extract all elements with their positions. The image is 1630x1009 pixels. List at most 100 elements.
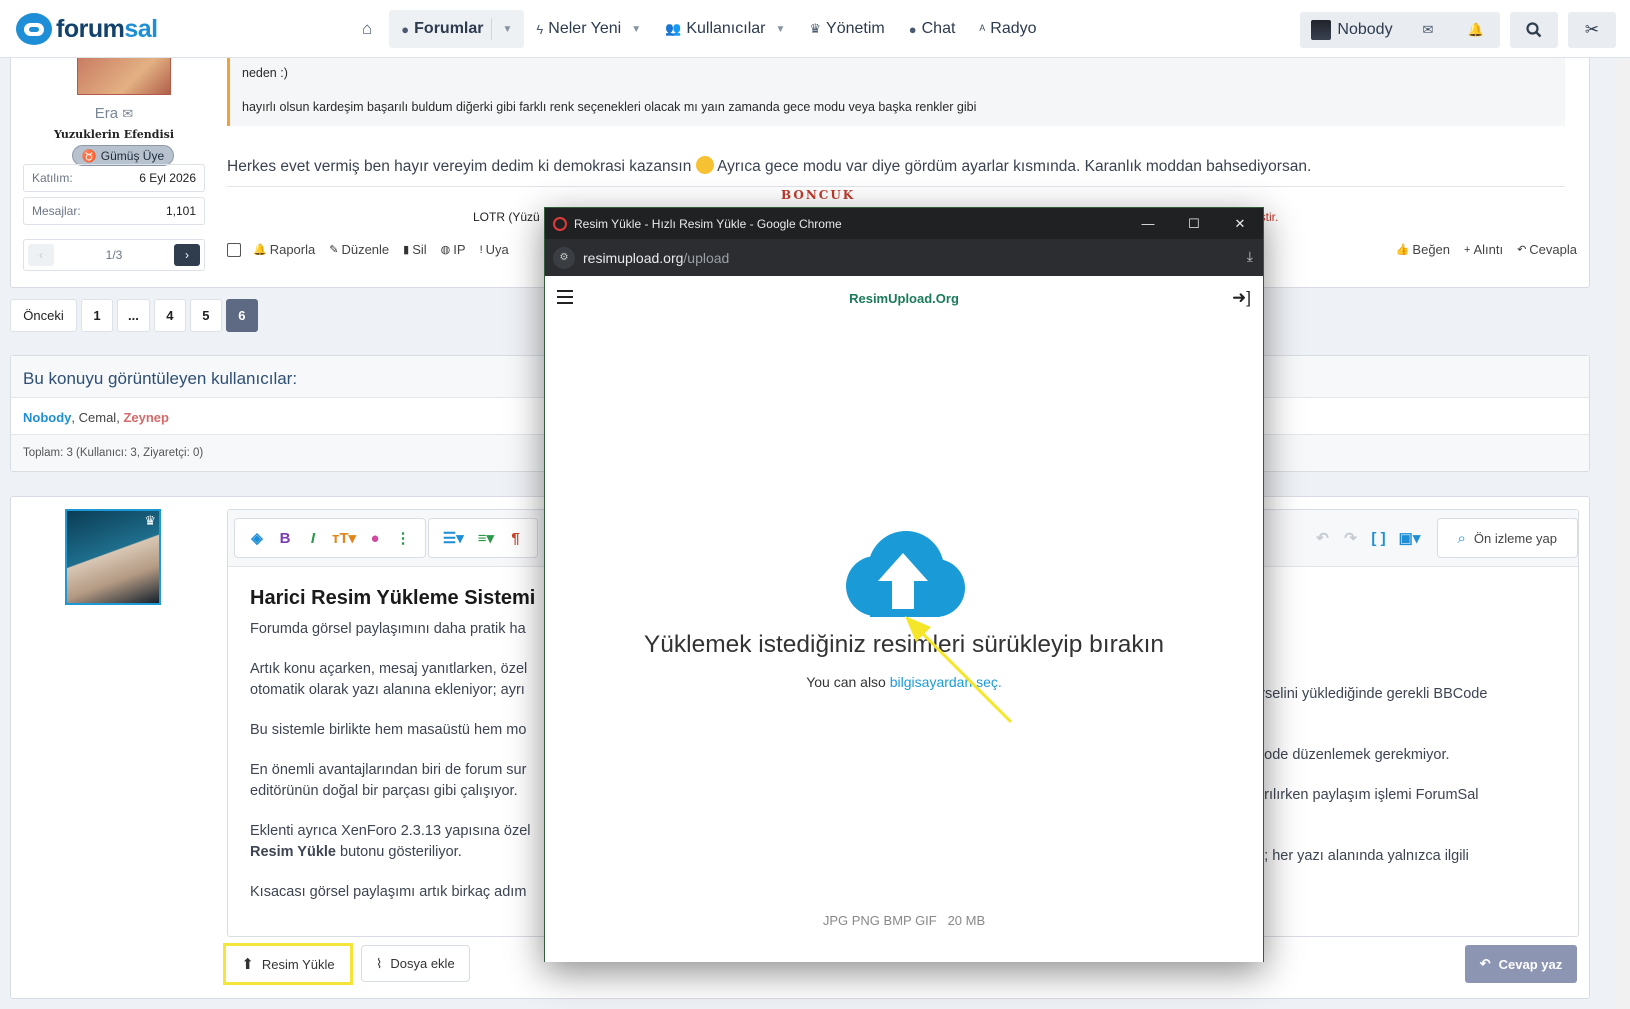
chat-icon: ●: [908, 21, 917, 37]
address-bar[interactable]: ⚙ resimupload.org/upload ⤓: [545, 239, 1263, 276]
warn-button[interactable]: ! Uya: [480, 242, 509, 257]
editor-paragraph-tail: ndırılırken paylaşım işlemi ForumSal: [1244, 787, 1479, 803]
viewer-link[interactable]: Cemal: [79, 410, 117, 425]
page-link[interactable]: 5: [189, 299, 222, 332]
delete-button[interactable]: ▮ Sil: [403, 242, 427, 257]
pager-next-button[interactable]: ›: [174, 244, 200, 266]
select-post-checkbox[interactable]: [227, 242, 241, 257]
avatar: [1311, 20, 1332, 40]
nav-kullanicilar-label: Kullanıcılar: [686, 20, 766, 37]
site-brand[interactable]: ResimUpload.Org: [545, 291, 1263, 306]
allowed-formats: JPG PNG BMP GIF 20 MB: [822, 913, 986, 928]
inbox-button[interactable]: ✉: [1404, 12, 1452, 48]
close-button[interactable]: ✕: [1217, 208, 1263, 239]
pencil-icon: ✎: [329, 244, 339, 256]
page-link[interactable]: 4: [153, 299, 186, 332]
site-settings-icon[interactable]: ⚙: [553, 246, 575, 269]
report-button[interactable]: 🔔 Raporla: [253, 242, 315, 257]
post-reactions: 👍 Beğen + Alıntı ↶ Cevapla: [1382, 242, 1577, 257]
envelope-icon[interactable]: ✉: [122, 106, 133, 121]
minimize-button[interactable]: —: [1125, 208, 1171, 239]
nav-home[interactable]: ⌂: [350, 10, 389, 48]
align-icon[interactable]: ≡▾: [470, 529, 503, 547]
page-link[interactable]: 1: [81, 299, 113, 332]
viewer-link[interactable]: Zeynep: [123, 410, 169, 425]
prev-page-button[interactable]: Önceki: [10, 299, 77, 332]
cloud-upload-icon[interactable]: [840, 531, 966, 621]
more-vertical-icon[interactable]: ⋮: [389, 529, 417, 547]
eraser-icon[interactable]: ◈: [243, 529, 271, 547]
undo-icon[interactable]: ↶: [1309, 529, 1337, 547]
preview-icon: ⌕: [1457, 529, 1466, 547]
window-title: Resim Yükle - Hızlı Resim Yükle - Google…: [574, 216, 842, 231]
search-icon: [1526, 22, 1542, 38]
nav-radyo-label: Radyo: [990, 20, 1037, 37]
page-scrollbar[interactable]: [1615, 58, 1630, 1009]
nav-kullanicilar[interactable]: 👥 Kullanıcılar ▼: [653, 10, 797, 48]
edit-button[interactable]: ✎ Düzenle: [329, 242, 389, 257]
url-text[interactable]: resimupload.org/upload: [583, 250, 729, 266]
stat-value: 1,101: [165, 204, 196, 218]
preview-button[interactable]: ⌕ Ön izleme yap: [1436, 518, 1578, 558]
login-icon[interactable]: ➜]: [1232, 288, 1251, 308]
forumsal-logo[interactable]: forumsal: [16, 13, 158, 45]
ip-button[interactable]: ◍ IP: [441, 242, 466, 257]
nav-yonetim[interactable]: ♛ Yönetim: [797, 10, 896, 48]
logo-text-a: forum: [56, 14, 125, 43]
home-icon: ⌂: [362, 19, 373, 38]
download-icon[interactable]: ⤓: [1247, 248, 1253, 265]
user-title: Yuzuklerin Efendisi: [53, 128, 175, 141]
search-button[interactable]: [1510, 12, 1558, 48]
user-menu-button[interactable]: Nobody: [1300, 12, 1404, 48]
current-page[interactable]: 6: [225, 299, 258, 332]
avatar[interactable]: ♛: [65, 509, 161, 605]
chevron-down-icon[interactable]: ▼: [502, 24, 512, 35]
chevron-down-icon[interactable]: ▼: [631, 24, 641, 35]
attach-file-button[interactable]: ⌇ Dosya ekle: [361, 945, 470, 982]
window-titlebar[interactable]: Resim Yükle - Hızlı Resim Yükle - Google…: [545, 208, 1263, 239]
toolbar-group-right: ↶ ↷ [ ] ▣▾ ⌕ Ön izleme yap: [1309, 518, 1578, 558]
signature-text: LOTR (Yüzü: [473, 210, 540, 224]
alerts-button[interactable]: 🔔: [1452, 12, 1500, 48]
reply-icon: ↶: [1479, 956, 1491, 971]
avatar[interactable]: [77, 58, 171, 95]
upload-image-button[interactable]: ⬆ Resim Yükle: [223, 943, 353, 985]
pager-prev-button[interactable]: ‹: [28, 244, 54, 266]
stat-label: Mesajlar:: [32, 204, 81, 218]
text-size-icon[interactable]: тT▾: [327, 529, 361, 547]
page-navigation: Önceki 1 ... 4 5 6: [10, 299, 262, 332]
page-ellipsis[interactable]: ...: [117, 299, 150, 332]
pager-label: 1/3: [105, 248, 123, 262]
save-draft-icon[interactable]: ▣▾: [1393, 529, 1427, 547]
redo-icon[interactable]: ↷: [1337, 529, 1365, 547]
reply-button[interactable]: ↶ Cevapla: [1517, 242, 1577, 257]
radio-icon: ᴬ: [979, 21, 986, 37]
bbcode-toggle-icon[interactable]: [ ]: [1365, 530, 1393, 547]
nav-neler-yeni[interactable]: ϟ Neler Yeni ▼: [524, 10, 653, 48]
list-icon[interactable]: ☰▾: [437, 529, 470, 547]
quote-button[interactable]: + Alıntı: [1464, 242, 1503, 257]
user-card-pager: ‹ 1/3 ›: [23, 239, 205, 271]
palette-icon[interactable]: ●: [361, 530, 389, 547]
bold-icon[interactable]: B: [271, 530, 299, 547]
maximize-button[interactable]: ☐: [1171, 208, 1217, 239]
laughing-emoji-icon: [695, 156, 714, 174]
italic-icon[interactable]: I: [299, 530, 327, 547]
nav-chat[interactable]: ● Chat: [897, 10, 968, 48]
paragraph-icon[interactable]: ¶: [502, 530, 529, 547]
upload-popup-window: Resim Yükle - Hızlı Resim Yükle - Google…: [544, 207, 1264, 962]
nav-forumlar[interactable]: ● Forumlar ▼: [389, 10, 525, 48]
like-button[interactable]: 👍 Beğen: [1396, 242, 1450, 257]
choose-file-link[interactable]: bilgisayardan seç.: [890, 674, 1002, 690]
post-username[interactable]: Era ✉: [23, 105, 205, 122]
crown-icon: ♛: [809, 21, 822, 36]
quote-line: neden :): [242, 66, 288, 80]
admin-tools-button[interactable]: ✂: [1568, 12, 1616, 48]
post-reply-button[interactable]: ↶ Cevap yaz: [1465, 945, 1577, 983]
nav-radyo[interactable]: ᴬ Radyo: [967, 10, 1048, 48]
nav-neler-yeni-label: Neler Yeni: [548, 20, 622, 37]
plus-icon: +: [1464, 243, 1471, 256]
chevron-down-icon[interactable]: ▼: [775, 24, 785, 35]
viewer-link[interactable]: Nobody: [23, 410, 71, 425]
quote-line: hayırlı olsun kardeşim başarılı buldum d…: [242, 100, 977, 114]
